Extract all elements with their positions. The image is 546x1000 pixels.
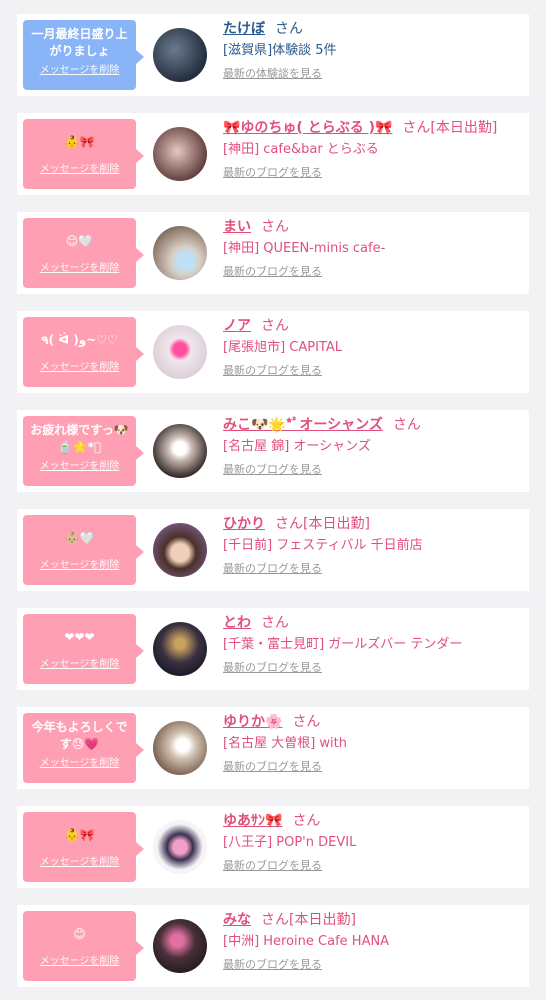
message-list: 一月最終日盛り上がりましょ メッセージを削除 たけぼ さん [滋賀県]体験談 5件… (0, 0, 546, 1000)
avatar[interactable] (153, 127, 207, 181)
message-bubble: 今年もよろしくです😓💗 メッセージを削除 (23, 713, 144, 783)
latest-post-link[interactable]: 最新のブログを見る (223, 859, 523, 873)
shop-location: [神田] QUEEN-minis cafe- (223, 241, 386, 256)
list-item: 😊 メッセージを削除 みな さん[本日出勤] [中洲] Heroine Cafe … (17, 905, 529, 987)
user-name-link[interactable]: ゆあｻﾝ🎀 (223, 813, 282, 829)
latest-post-link[interactable]: 最新のブログを見る (223, 760, 523, 774)
message-text: ❤❤❤ (64, 629, 95, 644)
delete-message-link[interactable]: メッセージを削除 (23, 757, 136, 771)
user-name-link[interactable]: 🎀ゆのちゅ( とらぶる )🎀 (223, 120, 392, 136)
shop-location: [千葉・富士見町] ガールズバー テンダー (223, 637, 463, 652)
delete-message-link[interactable]: メッセージを削除 (23, 856, 136, 870)
honorific: さん (261, 219, 289, 235)
message-bubble: お疲れ様ですっ🐶🍵🌟*ﾟ メッセージを削除 (23, 416, 144, 486)
message-text: 👶🎀 (64, 134, 95, 149)
honorific: さん (275, 21, 303, 37)
avatar[interactable] (153, 523, 207, 577)
delete-message-link[interactable]: メッセージを削除 (23, 559, 136, 573)
list-item: 😌🤍 メッセージを削除 まい さん [神田] QUEEN-minis cafe- … (17, 212, 529, 294)
latest-post-link[interactable]: 最新の体験談を見る (223, 67, 523, 81)
honorific: さん[本日出勤] (275, 516, 370, 532)
latest-post-link[interactable]: 最新のブログを見る (223, 463, 523, 477)
message-text: お疲れ様ですっ🐶🍵🌟*ﾟ (30, 423, 129, 454)
message-bubble: ٩( ᐛ )و~♡♡ メッセージを削除 (23, 317, 144, 387)
shop-location: [名古屋 大曽根] with (223, 736, 347, 751)
message-text: ٩( ᐛ )و~♡♡ (41, 332, 118, 347)
latest-post-link[interactable]: 最新のブログを見る (223, 958, 523, 972)
shop-location: [滋賀県]体験談 5件 (223, 43, 337, 58)
message-bubble: 👶🎀 メッセージを削除 (23, 119, 144, 189)
shop-location: [中洲] Heroine Cafe HANA (223, 934, 390, 949)
user-name-link[interactable]: みこ🐶🌟*ﾟオーシャンズ (223, 417, 383, 433)
latest-post-link[interactable]: 最新のブログを見る (223, 562, 523, 576)
latest-post-link[interactable]: 最新のブログを見る (223, 661, 523, 675)
honorific: さん (392, 417, 421, 433)
delete-message-link[interactable]: メッセージを削除 (23, 64, 136, 78)
message-bubble: 👶🎀 メッセージを削除 (23, 812, 144, 882)
user-name-link[interactable]: たけぼ (223, 21, 265, 37)
shop-location: [尾張旭市] CAPITAL (223, 340, 342, 355)
delete-message-link[interactable]: メッセージを削除 (23, 460, 136, 474)
user-name-link[interactable]: まい (223, 219, 251, 235)
honorific: さん (292, 813, 321, 829)
user-name-link[interactable]: とわ (223, 615, 251, 631)
message-bubble: 一月最終日盛り上がりましょ メッセージを削除 (23, 20, 144, 90)
avatar[interactable] (153, 28, 207, 82)
delete-message-link[interactable]: メッセージを削除 (23, 262, 136, 276)
message-text: 👶🏼🤍 (64, 530, 95, 545)
message-text: 😌🤍 (65, 233, 94, 248)
latest-post-link[interactable]: 最新のブログを見る (223, 364, 523, 378)
message-bubble: 😌🤍 メッセージを削除 (23, 218, 144, 288)
message-bubble: 👶🏼🤍 メッセージを削除 (23, 515, 144, 585)
list-item: 👶🏼🤍 メッセージを削除 ひかり さん[本日出勤] [千日前] フェスティバル 千… (17, 509, 529, 591)
honorific: さん (261, 318, 289, 334)
user-name-link[interactable]: ひかり (223, 516, 265, 532)
delete-message-link[interactable]: メッセージを削除 (23, 163, 136, 177)
latest-post-link[interactable]: 最新のブログを見る (223, 265, 523, 279)
message-text: 😊 (73, 926, 86, 941)
avatar[interactable] (153, 919, 207, 973)
list-item: 👶🎀 メッセージを削除 🎀ゆのちゅ( とらぶる )🎀 さん[本日出勤] [神田] … (17, 113, 529, 195)
message-text: 👶🎀 (64, 827, 95, 842)
delete-message-link[interactable]: メッセージを削除 (23, 361, 136, 375)
honorific: さん[本日出勤] (261, 912, 356, 928)
user-name-link[interactable]: ノア (223, 318, 251, 334)
honorific: さん (261, 615, 289, 631)
list-item: 👶🎀 メッセージを削除 ゆあｻﾝ🎀 さん [八王子] POP'n DEVIL 最新… (17, 806, 529, 888)
shop-location: [名古屋 錦] オーシャンズ (223, 439, 371, 454)
avatar[interactable] (153, 325, 207, 379)
latest-post-link[interactable]: 最新のブログを見る (223, 166, 523, 180)
user-name-link[interactable]: ゆりか🌸 (223, 714, 282, 730)
honorific: さん[本日出勤] (402, 120, 498, 136)
message-text: 今年もよろしくです😓💗 (31, 720, 128, 751)
shop-location: [千日前] フェスティバル 千日前店 (223, 538, 423, 553)
list-item: ٩( ᐛ )و~♡♡ メッセージを削除 ノア さん [尾張旭市] CAPITAL … (17, 311, 529, 393)
message-text: 一月最終日盛り上がりましょ (31, 27, 128, 58)
list-item: 今年もよろしくです😓💗 メッセージを削除 ゆりか🌸 さん [名古屋 大曽根] wi… (17, 707, 529, 789)
honorific: さん (292, 714, 321, 730)
avatar[interactable] (153, 721, 207, 775)
avatar[interactable] (153, 424, 207, 478)
delete-message-link[interactable]: メッセージを削除 (23, 658, 136, 672)
user-name-link[interactable]: みな (223, 912, 251, 928)
list-item: ❤❤❤ メッセージを削除 とわ さん [千葉・富士見町] ガールズバー テンダー … (17, 608, 529, 690)
delete-message-link[interactable]: メッセージを削除 (23, 955, 136, 969)
list-item: 一月最終日盛り上がりましょ メッセージを削除 たけぼ さん [滋賀県]体験談 5件… (17, 14, 529, 96)
shop-location: [八王子] POP'n DEVIL (223, 835, 357, 850)
avatar[interactable] (153, 226, 207, 280)
message-bubble: 😊 メッセージを削除 (23, 911, 144, 981)
avatar[interactable] (153, 820, 207, 874)
avatar[interactable] (153, 622, 207, 676)
shop-location: [神田] cafe&bar とらぶる (223, 142, 379, 157)
list-item: お疲れ様ですっ🐶🍵🌟*ﾟ メッセージを削除 みこ🐶🌟*ﾟオーシャンズ さん [名古… (17, 410, 529, 492)
message-bubble: ❤❤❤ メッセージを削除 (23, 614, 144, 684)
